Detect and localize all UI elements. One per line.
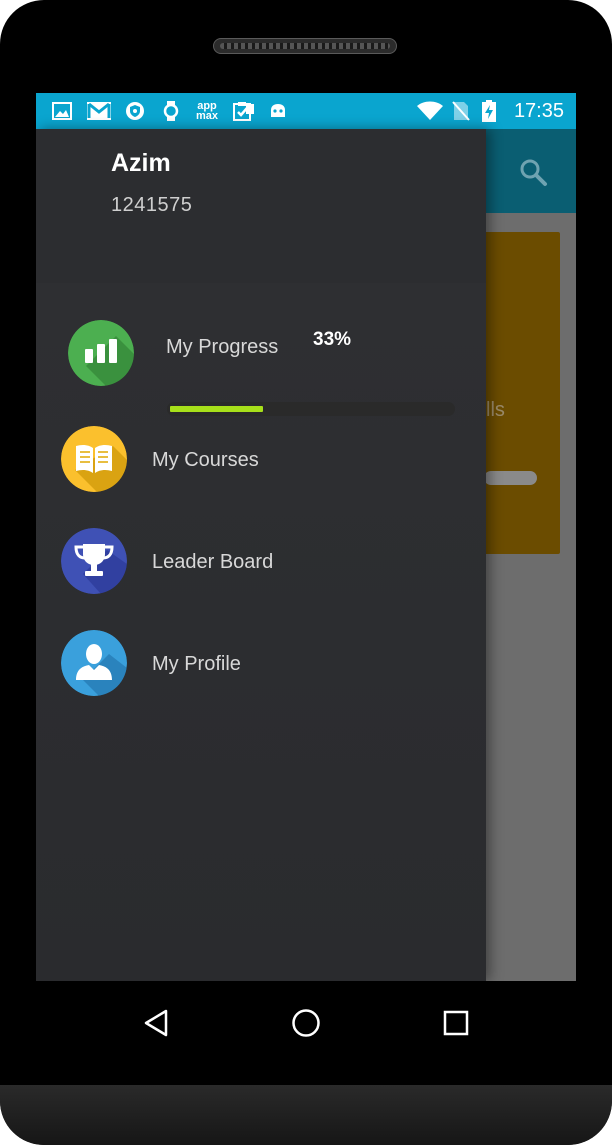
battery-charging-icon	[482, 100, 496, 122]
phone-frame: app max 17:35 lls Azim 1241575 My Progre…	[0, 0, 612, 1145]
no-sim-icon	[451, 101, 471, 121]
course-card-progress	[484, 471, 537, 485]
back-icon[interactable]	[134, 1001, 178, 1045]
phone-chin	[0, 1085, 612, 1145]
course-card[interactable]	[484, 232, 560, 554]
menu-label-my-courses: My Courses	[152, 449, 259, 471]
menu-item-my-profile[interactable]: My Profile	[36, 623, 486, 703]
menu-label-my-profile: My Profile	[152, 653, 241, 675]
home-icon[interactable]	[284, 1001, 328, 1045]
recents-icon[interactable]	[434, 1001, 478, 1045]
speaker-grille	[213, 38, 397, 54]
vpn-shield-icon	[125, 101, 145, 121]
bar-chart-icon	[68, 320, 134, 386]
progress-bar	[167, 402, 455, 416]
menu-label-my-progress: My Progress	[166, 336, 279, 358]
menu-item-leader-board[interactable]: Leader Board	[36, 521, 486, 601]
progress-bar-fill	[170, 406, 263, 412]
menu-label-leader-board: Leader Board	[152, 551, 274, 573]
gmail-icon	[86, 101, 112, 121]
course-card-text: lls	[486, 399, 505, 421]
clipboard-check-icon	[232, 101, 256, 121]
book-icon	[61, 426, 127, 492]
clock: 17:35	[513, 100, 564, 122]
navigation-bar	[0, 981, 612, 1085]
search-icon[interactable]	[518, 157, 548, 187]
drawer-header: Azim 1241575	[36, 129, 486, 283]
watch-icon	[161, 101, 181, 121]
navigation-drawer: Azim 1241575 My Progress 33% My Courses …	[36, 129, 486, 981]
appmax-label-bottom: max	[195, 110, 219, 122]
android-icon	[268, 101, 288, 121]
gallery-icon	[52, 101, 72, 121]
user-name: Azim	[111, 149, 171, 177]
user-id: 1241575	[111, 194, 193, 216]
status-bar: app max 17:35	[36, 93, 576, 129]
progress-percent: 33%	[313, 329, 352, 350]
trophy-icon	[61, 528, 127, 594]
appmax-icon: app max	[193, 101, 221, 122]
person-icon	[61, 630, 127, 696]
screen: app max 17:35 lls Azim 1241575 My Progre…	[36, 93, 576, 981]
menu-item-my-courses[interactable]: My Courses	[36, 419, 486, 499]
wifi-icon	[416, 101, 444, 121]
